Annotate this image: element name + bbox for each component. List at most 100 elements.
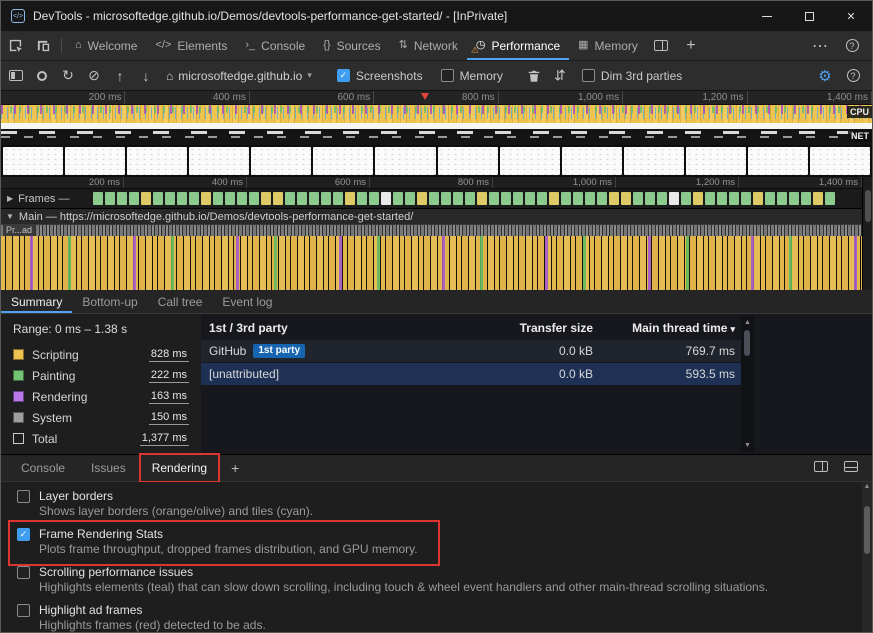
frame-block[interactable] — [405, 192, 415, 205]
checkbox[interactable] — [17, 566, 30, 579]
record-button[interactable] — [29, 63, 55, 89]
frame-block[interactable] — [657, 192, 667, 205]
frame-block[interactable] — [417, 192, 427, 205]
checkbox[interactable]: ✓ — [17, 528, 30, 541]
expanded-caret-icon[interactable]: ▼ — [6, 212, 14, 221]
tab-event-log[interactable]: Event log — [212, 290, 282, 313]
frame-block[interactable] — [249, 192, 259, 205]
screenshot-thumb[interactable] — [189, 147, 249, 175]
frame-block[interactable] — [129, 192, 139, 205]
column-main-thread-time[interactable]: Main thread time▾ — [601, 321, 741, 335]
drawer-tab-rendering[interactable]: Rendering — [142, 456, 217, 480]
screenshot-thumb[interactable] — [686, 147, 746, 175]
dock-panel-button[interactable] — [647, 40, 675, 51]
frame-block[interactable] — [597, 192, 607, 205]
drawer-tab-console[interactable]: Console — [11, 456, 75, 480]
frame-block[interactable] — [765, 192, 775, 205]
frame-block[interactable] — [609, 192, 619, 205]
frame-block[interactable] — [345, 192, 355, 205]
load-profile-button[interactable]: ↑ — [107, 63, 133, 89]
net-overview-track[interactable]: NET — [1, 129, 872, 145]
frames-track-header[interactable]: ▶ Frames — — [1, 193, 91, 205]
screenshot-thumb[interactable] — [127, 147, 187, 175]
frame-block[interactable] — [753, 192, 763, 205]
tab-bottom-up[interactable]: Bottom-up — [72, 290, 147, 313]
screenshot-thumb[interactable] — [438, 147, 498, 175]
screenshot-thumb[interactable] — [562, 147, 622, 175]
clear-recording-button[interactable]: ⊘ — [81, 63, 107, 89]
screenshots-toggle[interactable]: ✓ Screenshots — [337, 69, 423, 83]
garbage-collect-button[interactable] — [521, 63, 547, 89]
checkbox[interactable] — [17, 604, 30, 617]
frame-block[interactable] — [813, 192, 823, 205]
scrollbar-thumb[interactable] — [864, 506, 870, 554]
frame-block[interactable] — [93, 192, 103, 205]
frame-block[interactable] — [261, 192, 271, 205]
frame-block[interactable] — [669, 192, 679, 205]
frame-block[interactable] — [273, 192, 283, 205]
minimize-button[interactable] — [746, 1, 788, 31]
track-scrollbar[interactable] — [862, 177, 872, 290]
frame-block[interactable] — [633, 192, 643, 205]
flame-chart[interactable]: Pr...ad — [1, 225, 872, 290]
main-flame-chart[interactable] — [1, 236, 862, 290]
memory-checkbox[interactable] — [441, 69, 454, 82]
dock-bottom-button[interactable] — [844, 459, 858, 477]
frame-block[interactable] — [825, 192, 835, 205]
column-1st-3rd-party[interactable]: 1st / 3rd party — [201, 321, 481, 335]
screenshot-thumb[interactable] — [500, 147, 560, 175]
checkbox[interactable] — [17, 490, 30, 503]
frame-block[interactable] — [477, 192, 487, 205]
overview-ruler[interactable]: 200 ms400 ms600 ms800 ms1,000 ms1,200 ms… — [1, 91, 872, 105]
frame-block[interactable] — [693, 192, 703, 205]
tab-network[interactable]: ⇅Network — [390, 31, 467, 60]
frame-block[interactable] — [309, 192, 319, 205]
screenshots-checkbox[interactable]: ✓ — [337, 69, 350, 82]
frame-block[interactable] — [429, 192, 439, 205]
scroll-up-icon[interactable]: ▲ — [864, 482, 871, 632]
frame-block[interactable] — [513, 192, 523, 205]
table-scrollbar[interactable]: ▲ ▼ — [741, 316, 754, 452]
help-button[interactable]: ? — [840, 63, 866, 89]
screenshot-thumb[interactable] — [65, 147, 125, 175]
more-menu-button[interactable]: ⋯ — [806, 36, 834, 56]
frame-block[interactable] — [369, 192, 379, 205]
frame-block[interactable] — [645, 192, 655, 205]
frame-block[interactable] — [381, 192, 391, 205]
frame-block[interactable] — [189, 192, 199, 205]
frame-block[interactable] — [213, 192, 223, 205]
activity-mini-track[interactable] — [1, 225, 862, 236]
expand-view-button[interactable] — [814, 459, 828, 477]
origin-selector[interactable]: ⌂ microsoftedge.github.io ▾ — [159, 69, 319, 83]
frame-block[interactable] — [573, 192, 583, 205]
drawer-scrollbar[interactable]: ▲ — [862, 482, 872, 632]
maximize-button[interactable] — [788, 1, 830, 31]
cpu-overview-track[interactable]: CPU — [1, 105, 872, 129]
frame-block[interactable] — [561, 192, 571, 205]
frame-block[interactable] — [585, 192, 595, 205]
frame-block[interactable] — [393, 192, 403, 205]
frame-block[interactable] — [297, 192, 307, 205]
toggle-sidebar-button[interactable] — [3, 63, 29, 89]
frame-block[interactable] — [453, 192, 463, 205]
frame-block[interactable] — [357, 192, 367, 205]
add-tab-button[interactable]: + — [677, 37, 705, 55]
frame-block[interactable] — [489, 192, 499, 205]
frame-block[interactable] — [537, 192, 547, 205]
frame-block[interactable] — [441, 192, 451, 205]
scroll-up-icon[interactable]: ▲ — [744, 319, 751, 326]
save-profile-button[interactable]: ↓ — [133, 63, 159, 89]
frame-block[interactable] — [705, 192, 715, 205]
column-transfer-size[interactable]: Transfer size — [481, 321, 601, 335]
frame-block[interactable] — [321, 192, 331, 205]
tab-elements[interactable]: </>Elements — [146, 31, 236, 60]
frame-block[interactable] — [777, 192, 787, 205]
scroll-down-icon[interactable]: ▼ — [744, 442, 751, 449]
screenshot-thumb[interactable] — [375, 147, 435, 175]
collapsed-caret-icon[interactable]: ▶ — [7, 194, 13, 203]
frame-block[interactable] — [237, 192, 247, 205]
table-row[interactable]: GitHub1st party0.0 kB769.7 ms — [201, 340, 741, 362]
tab-call-tree[interactable]: Call tree — [148, 290, 213, 313]
table-row[interactable]: [unattributed]0.0 kB593.5 ms — [201, 363, 741, 385]
frame-block[interactable] — [789, 192, 799, 205]
